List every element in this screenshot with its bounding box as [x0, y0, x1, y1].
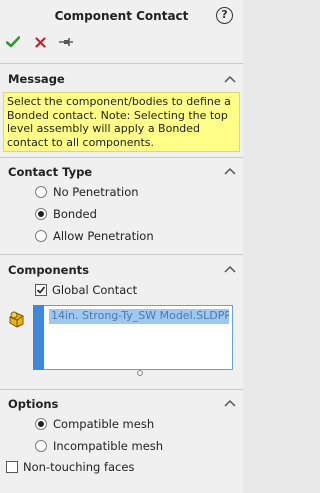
radio-no-penetration[interactable]: No Penetration [35, 185, 139, 199]
contact-type-section-title: Contact Type [8, 165, 93, 179]
divider [0, 157, 243, 158]
list-item[interactable]: 14in. Strong-Ty_SW Model.SLDPRT [49, 309, 229, 324]
radio-button[interactable] [35, 440, 47, 452]
ok-button[interactable] [4, 33, 22, 51]
chevron-up-icon[interactable] [224, 167, 236, 175]
radio-label: Allow Penetration [53, 229, 154, 243]
radio-button[interactable] [35, 230, 47, 242]
message-section-title: Message [8, 72, 65, 86]
panel-title: Component Contact [54, 9, 189, 23]
cancel-button[interactable] [31, 33, 49, 51]
radio-label: No Penetration [53, 185, 139, 199]
chevron-up-icon[interactable] [224, 265, 236, 273]
radio-allow-penetration[interactable]: Allow Penetration [35, 229, 154, 243]
global-contact-checkbox[interactable]: Global Contact [35, 283, 137, 297]
radio-button[interactable] [35, 418, 47, 430]
radio-button[interactable] [35, 208, 47, 220]
options-section-title: Options [8, 397, 59, 411]
divider [0, 254, 243, 255]
radio-incompatible-mesh[interactable]: Incompatible mesh [35, 439, 163, 453]
chevron-up-icon[interactable] [224, 399, 236, 407]
non-touching-faces-checkbox[interactable]: Non-touching faces [6, 460, 134, 474]
radio-compatible-mesh[interactable]: Compatible mesh [35, 417, 154, 431]
pin-button[interactable] [57, 33, 75, 51]
panel-header: Component Contact ? [0, 0, 243, 62]
radio-label: Compatible mesh [53, 417, 155, 431]
checkbox-label: Global Contact [52, 283, 138, 297]
message-text: Select the component/bodies to define a … [3, 92, 240, 152]
chevron-up-icon[interactable] [224, 75, 236, 83]
x-icon [34, 36, 46, 48]
radio-button[interactable] [35, 186, 47, 198]
checkbox[interactable] [6, 461, 18, 473]
list-resize-handle[interactable] [137, 370, 143, 376]
radio-label: Incompatible mesh [53, 439, 164, 453]
divider [0, 389, 243, 390]
component-contact-panel: Component Contact ? Message Select the c… [0, 0, 243, 493]
help-icon[interactable]: ? [216, 7, 233, 24]
checkbox[interactable] [35, 284, 47, 296]
divider [0, 63, 243, 64]
checkbox-label: Non-touching faces [23, 460, 135, 474]
list-active-indicator [33, 305, 44, 370]
pushpin-icon [59, 38, 73, 46]
checkmark-icon [36, 286, 46, 294]
component-selection-icon [9, 311, 24, 328]
radio-label: Bonded [53, 207, 97, 221]
radio-bonded[interactable]: Bonded [35, 207, 97, 221]
check-icon [6, 36, 20, 48]
components-section-title: Components [8, 263, 89, 277]
